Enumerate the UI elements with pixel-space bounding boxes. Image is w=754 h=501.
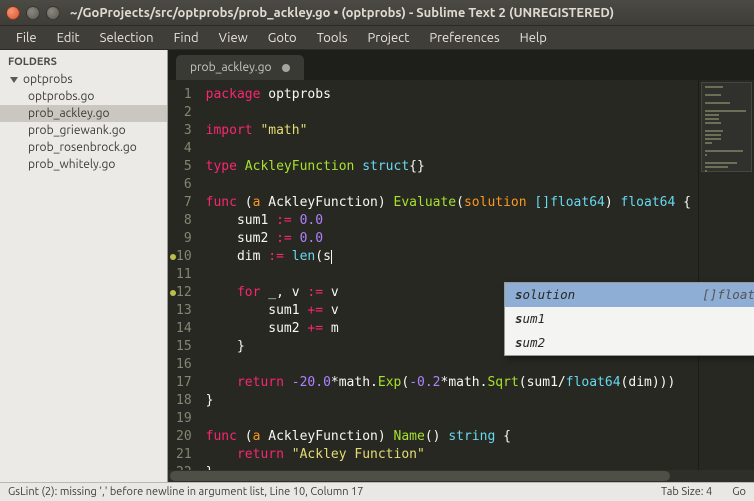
sidebar-file[interactable]: prob_whitely.go <box>0 156 167 173</box>
sidebar: FOLDERS optprobs optprobs.go prob_ackley… <box>0 50 168 482</box>
sidebar-file[interactable]: prob_griewank.go <box>0 122 167 139</box>
line-gutter: 1 2 3 4 5 6 7 8 9 10 11 12 13 14 15 16 1… <box>168 80 202 470</box>
autocomplete-item[interactable]: sum1 ν <box>505 307 754 331</box>
sidebar-file[interactable]: optprobs.go <box>0 88 167 105</box>
menu-view[interactable]: View <box>209 29 258 47</box>
window-minimize-button[interactable] <box>26 6 40 20</box>
autocomplete-popup[interactable]: solution []float64 ν sum1 ν sum2 ν <box>504 282 754 356</box>
tab-dirty-indicator-icon <box>282 64 290 72</box>
window-title: ~/GoProjects/src/optprobs/prob_ackley.go… <box>70 6 614 20</box>
menu-project[interactable]: Project <box>358 29 420 47</box>
horizontal-scrollbar[interactable] <box>168 470 754 482</box>
menu-preferences[interactable]: Preferences <box>419 29 509 47</box>
tab-prob-ackley[interactable]: prob_ackley.go <box>176 55 304 80</box>
menu-find[interactable]: Find <box>164 29 209 47</box>
sidebar-file[interactable]: prob_ackley.go <box>0 105 167 122</box>
tab-label: prob_ackley.go <box>190 61 272 74</box>
sidebar-folders-header: FOLDERS <box>0 50 167 71</box>
editor-area: prob_ackley.go 1 2 3 4 5 6 7 8 9 10 11 1… <box>168 50 754 482</box>
menu-edit[interactable]: Edit <box>47 29 90 47</box>
scrollbar-thumb[interactable] <box>170 471 670 481</box>
minimap[interactable] <box>698 80 754 470</box>
sidebar-folder[interactable]: optprobs <box>0 71 167 88</box>
menu-selection[interactable]: Selection <box>90 29 164 47</box>
window-buttons <box>6 6 60 20</box>
statusbar: GsLint (2): missing ',' before newline i… <box>0 482 754 501</box>
tabbar: prob_ackley.go <box>168 50 754 80</box>
code-content[interactable]: package optprobs import "math" type Ackl… <box>202 80 698 470</box>
menu-tools[interactable]: Tools <box>307 29 358 47</box>
window-maximize-button[interactable] <box>46 6 60 20</box>
menu-goto[interactable]: Goto <box>258 29 307 47</box>
text-cursor <box>331 250 332 264</box>
titlebar: ~/GoProjects/src/optprobs/prob_ackley.go… <box>0 0 754 26</box>
folder-expand-icon <box>10 77 18 83</box>
menu-file[interactable]: File <box>6 29 47 47</box>
menubar: File Edit Selection Find View Goto Tools… <box>0 26 754 50</box>
autocomplete-item[interactable]: sum2 ν <box>505 331 754 355</box>
status-lint-message: GsLint (2): missing ',' before newline i… <box>8 486 641 498</box>
status-tab-size[interactable]: Tab Size: 4 <box>661 486 712 498</box>
status-syntax[interactable]: Go <box>732 486 746 498</box>
code-editor[interactable]: 1 2 3 4 5 6 7 8 9 10 11 12 13 14 15 16 1… <box>168 80 754 470</box>
window-close-button[interactable] <box>6 6 20 20</box>
menu-help[interactable]: Help <box>510 29 557 47</box>
autocomplete-item[interactable]: solution []float64 ν <box>505 283 754 307</box>
minimap-lines <box>705 86 750 174</box>
folder-label: optprobs <box>23 73 73 86</box>
sidebar-file[interactable]: prob_rosenbrock.go <box>0 139 167 156</box>
